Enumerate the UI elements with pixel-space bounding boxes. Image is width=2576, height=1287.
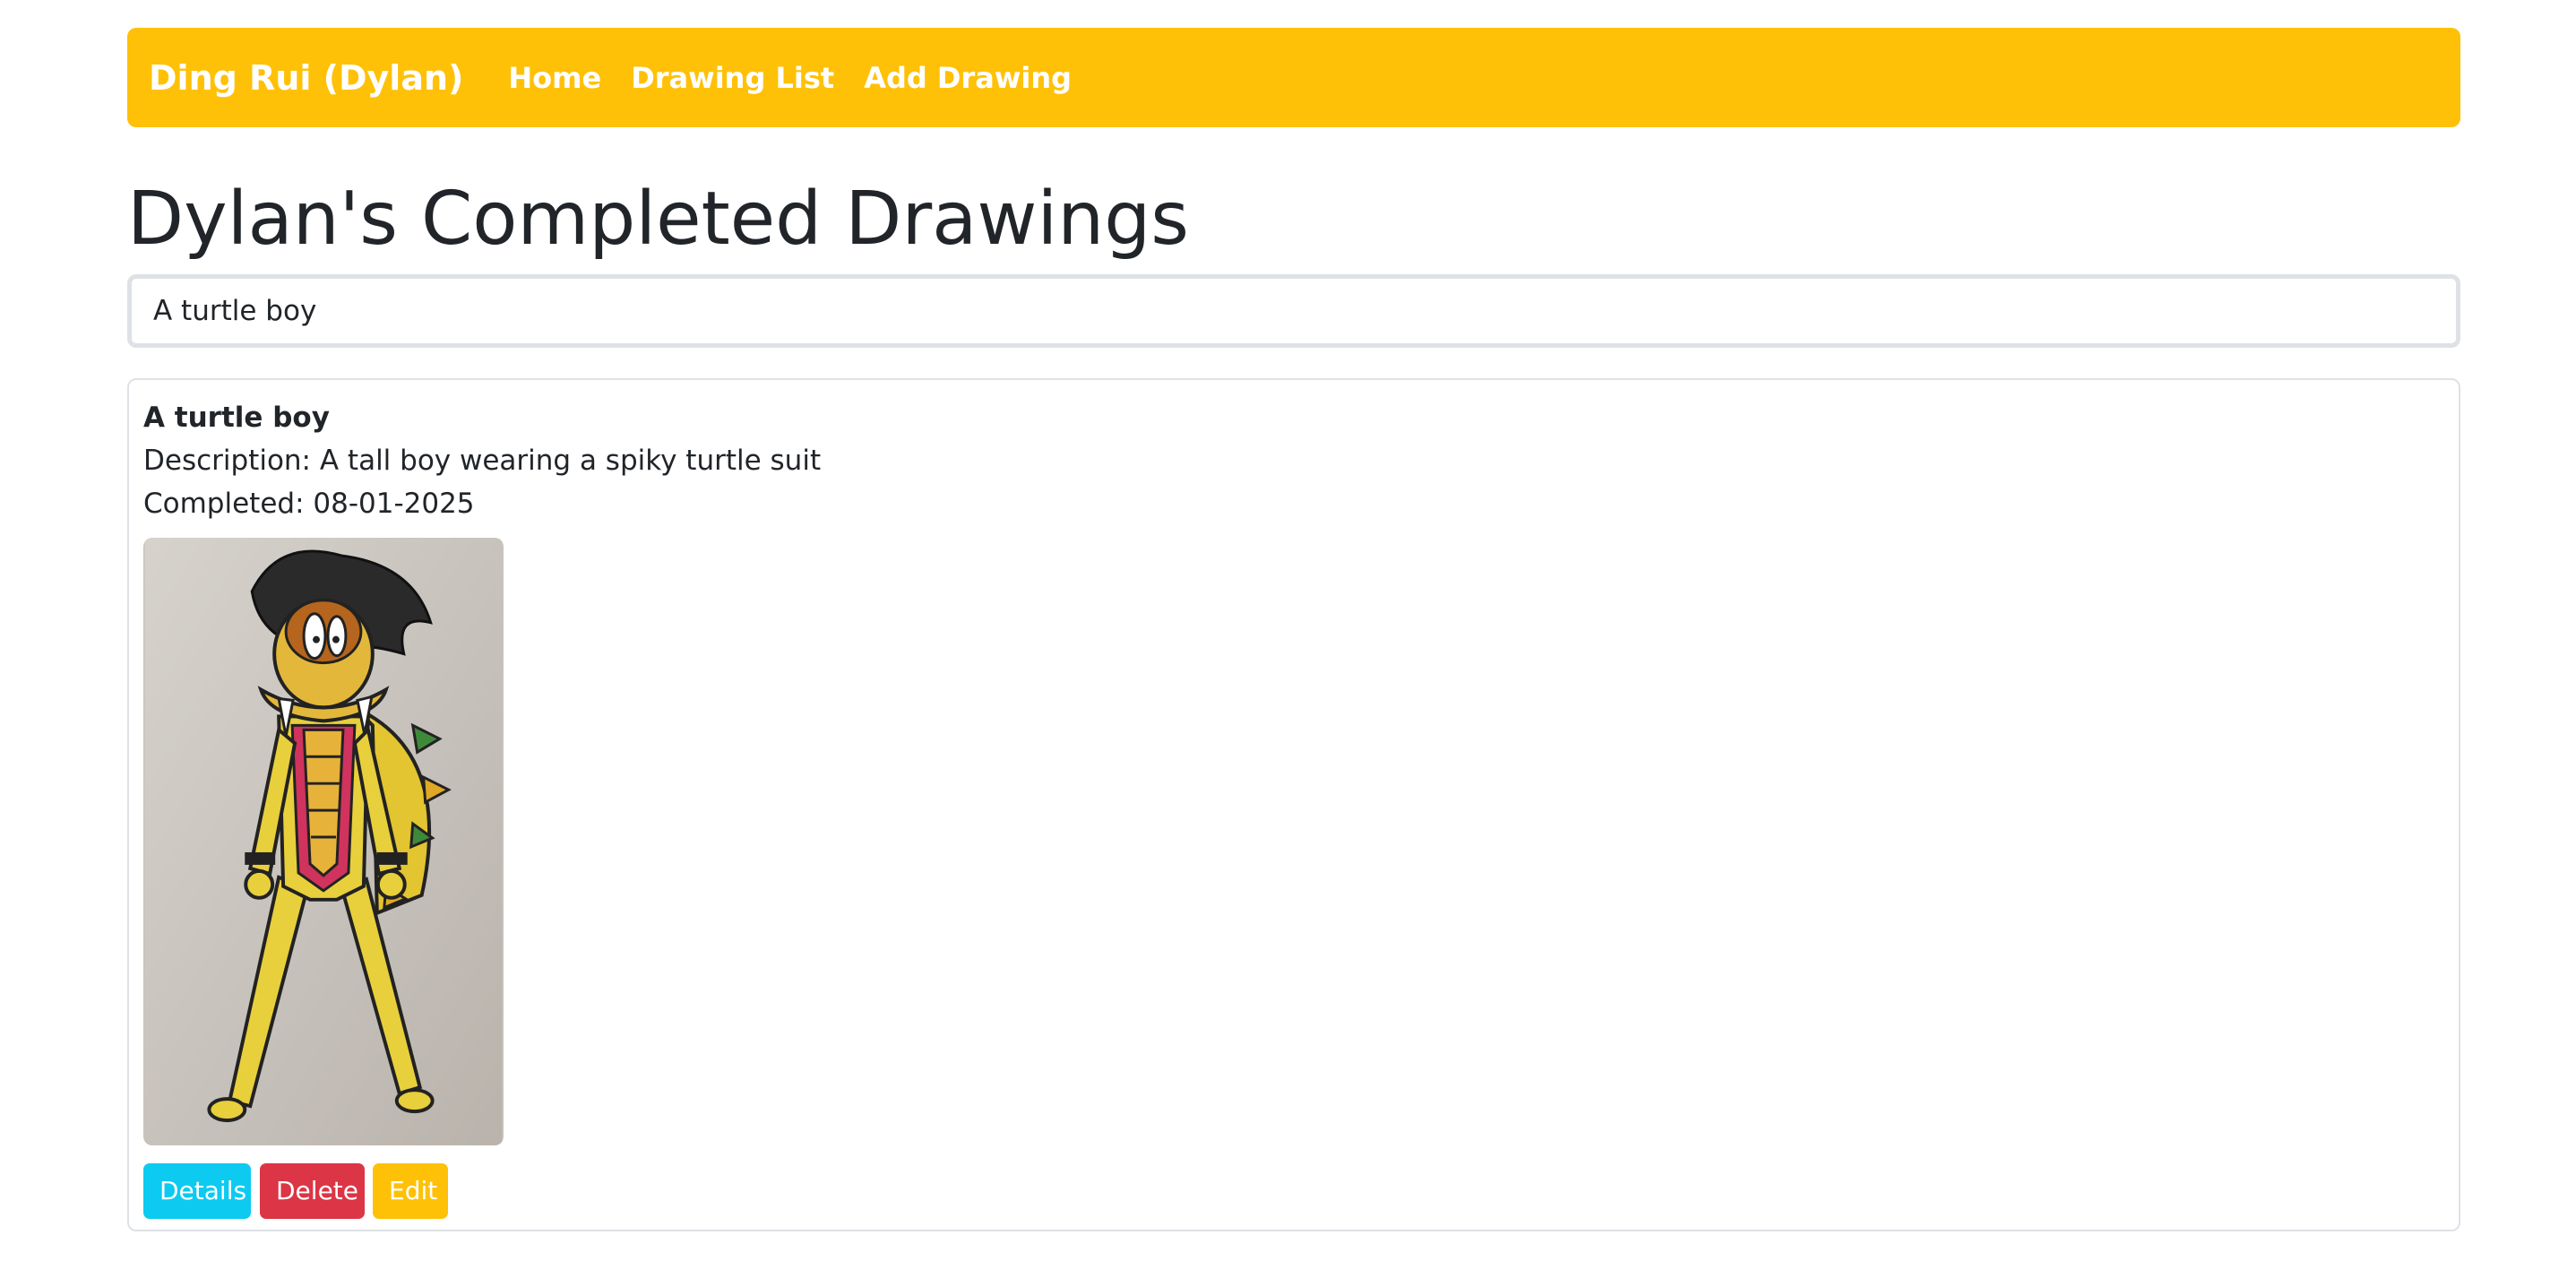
delete-button[interactable]: Delete	[260, 1163, 365, 1219]
page-title: Dylan's Completed Drawings	[127, 177, 1189, 262]
nav-link-add-drawing[interactable]: Add Drawing	[864, 61, 1072, 95]
drawing-description: Description: A tall boy wearing a spiky …	[143, 445, 822, 477]
drawing-card: A turtle boy Description: A tall boy wea…	[127, 378, 2460, 1231]
nav-link-drawing-list[interactable]: Drawing List	[631, 61, 834, 95]
nav-link-home[interactable]: Home	[508, 61, 601, 95]
search-input[interactable]	[127, 274, 2460, 348]
drawing-title: A turtle boy	[143, 402, 330, 434]
drawing-image	[143, 538, 504, 1145]
top-navbar: Ding Rui (Dylan) Home Drawing List Add D…	[127, 28, 2460, 127]
drawing-completed-date: Completed: 08-01-2025	[143, 488, 475, 520]
page: Ding Rui (Dylan) Home Drawing List Add D…	[0, 0, 2576, 1287]
brand-link[interactable]: Ding Rui (Dylan)	[149, 58, 463, 98]
details-button[interactable]: Details	[143, 1163, 251, 1219]
edit-button[interactable]: Edit	[373, 1163, 448, 1219]
